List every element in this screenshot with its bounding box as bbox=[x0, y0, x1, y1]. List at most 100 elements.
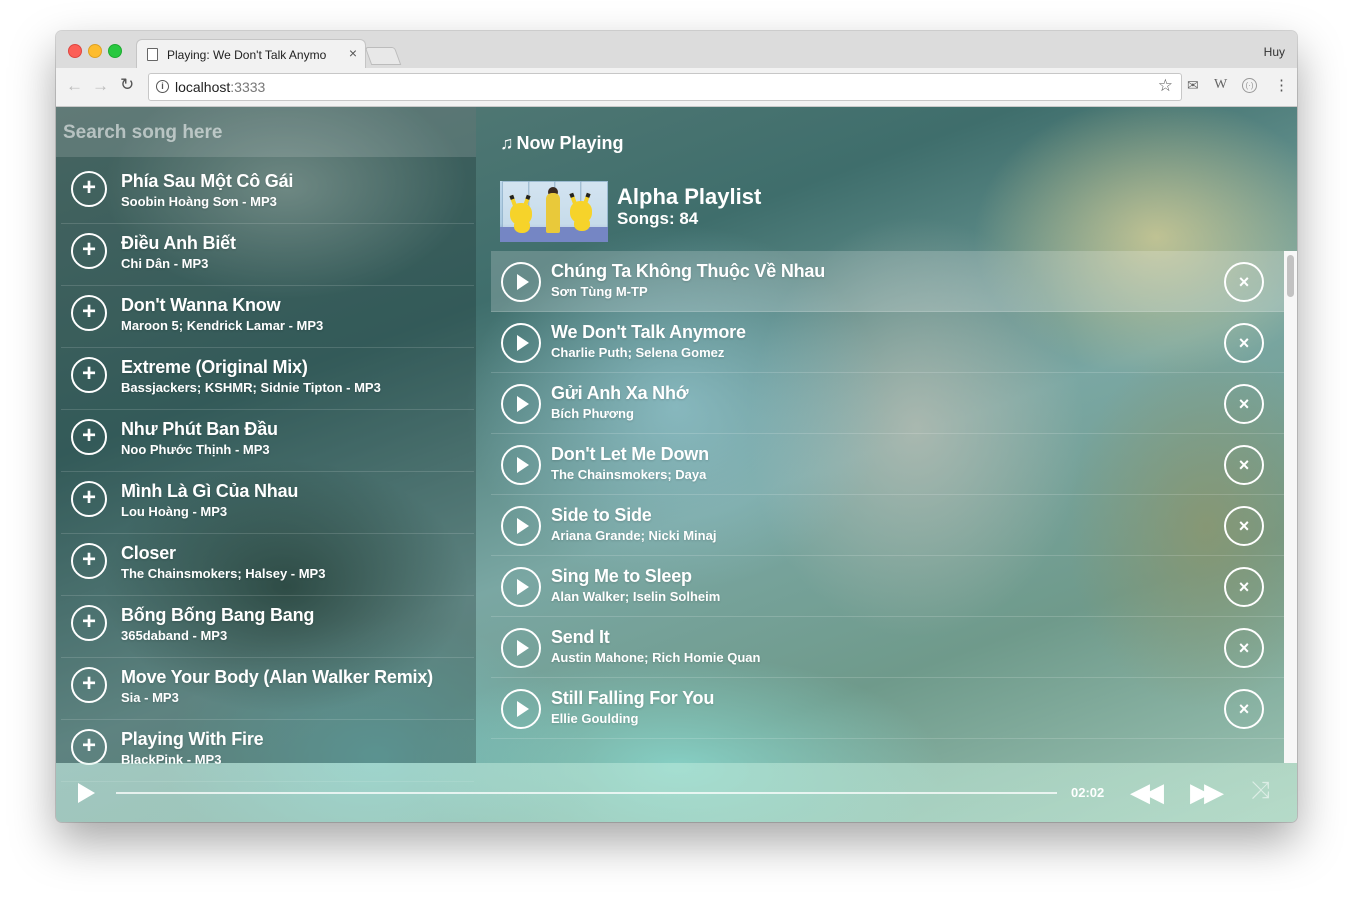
queue-item[interactable]: Still Falling For You Ellie Goulding × bbox=[491, 678, 1284, 739]
queue-scrollbar[interactable] bbox=[1284, 251, 1297, 763]
library-item[interactable]: + Như Phút Ban Đầu Noo Phước Thịnh - MP3 bbox=[61, 410, 474, 472]
remove-icon[interactable]: × bbox=[1224, 506, 1264, 546]
queue-item[interactable]: We Don't Talk Anymore Charlie Puth; Selen… bbox=[491, 312, 1284, 373]
library-item[interactable]: + Move Your Body (Alan Walker Remix) Sia -… bbox=[61, 658, 474, 720]
browser-tab[interactable]: Playing: We Don't Talk Anymore × bbox=[136, 39, 366, 69]
address-bar[interactable]: i localhost:3333 ☆ bbox=[148, 73, 1182, 101]
minimize-window-button[interactable] bbox=[88, 44, 102, 58]
play-icon[interactable] bbox=[501, 445, 541, 485]
wikipedia-extension-icon[interactable]: W bbox=[1214, 77, 1227, 93]
profile-name[interactable]: Huy bbox=[1264, 45, 1285, 59]
play-icon[interactable] bbox=[501, 628, 541, 668]
remove-icon[interactable]: × bbox=[1224, 567, 1264, 607]
library-item[interactable]: + Điều Anh Biết Chi Dân - MP3 bbox=[61, 224, 474, 286]
queue-item[interactable]: Don't Let Me Down The Chainsmokers; Daya × bbox=[491, 434, 1284, 495]
browser-menu-icon[interactable]: ⋮ bbox=[1274, 76, 1289, 94]
library-item[interactable]: + Closer The Chainsmokers; Halsey - MP3 bbox=[61, 534, 474, 596]
add-icon[interactable]: + bbox=[71, 667, 107, 703]
add-icon[interactable]: + bbox=[71, 481, 107, 517]
reload-icon[interactable]: ↻ bbox=[120, 75, 134, 95]
song-title: Playing With Fire bbox=[121, 729, 264, 749]
now-playing-queue: Chúng Ta Không Thuộc Về Nhau Sơn Tùng M-T… bbox=[491, 251, 1284, 763]
queue-item[interactable]: Gửi Anh Xa Nhớ Bích Phương × bbox=[491, 373, 1284, 434]
library-item[interactable]: + Mình Là Gì Của Nhau Lou Hoàng - MP3 bbox=[61, 472, 474, 534]
song-subtitle: Soobin Hoàng Sơn - MP3 bbox=[121, 194, 277, 209]
add-icon[interactable]: + bbox=[71, 357, 107, 393]
song-title: Move Your Body (Alan Walker Remix) bbox=[121, 667, 433, 687]
fast-forward-icon[interactable]: ▶▶ bbox=[1190, 777, 1224, 808]
add-icon[interactable]: + bbox=[71, 295, 107, 331]
info-icon[interactable]: i bbox=[156, 80, 169, 93]
song-subtitle: Bassjackers; KSHMR; Sidnie Tipton - MP3 bbox=[121, 380, 381, 395]
search-bar bbox=[56, 107, 476, 157]
tab-title: Playing: We Don't Talk Anymore bbox=[167, 48, 327, 62]
play-icon[interactable] bbox=[501, 384, 541, 424]
song-title: Don't Wanna Know bbox=[121, 295, 281, 315]
queue-song-title: Side to Side bbox=[551, 505, 652, 525]
mail-extension-icon[interactable]: ✉ bbox=[1187, 77, 1199, 94]
play-icon[interactable] bbox=[501, 567, 541, 607]
queue-song-artist: Austin Mahone; Rich Homie Quan bbox=[551, 650, 761, 665]
url-text[interactable]: localhost:3333 bbox=[175, 79, 265, 95]
rewind-icon[interactable]: ◀◀ bbox=[1130, 777, 1164, 808]
remove-icon[interactable]: × bbox=[1224, 689, 1264, 729]
song-title: Mình Là Gì Của Nhau bbox=[121, 481, 299, 501]
scrollbar-thumb[interactable] bbox=[1287, 255, 1294, 297]
add-icon[interactable]: + bbox=[71, 419, 107, 455]
progress-bar[interactable] bbox=[116, 792, 1057, 794]
play-icon[interactable] bbox=[78, 783, 95, 803]
add-icon[interactable]: + bbox=[71, 605, 107, 641]
song-subtitle: The Chainsmokers; Halsey - MP3 bbox=[121, 566, 326, 581]
search-input[interactable] bbox=[61, 117, 465, 149]
url-host: localhost bbox=[175, 79, 231, 95]
queue-item[interactable]: Side to Side Ariana Grande; Nicki Minaj × bbox=[491, 495, 1284, 556]
queue-song-artist: Ariana Grande; Nicki Minaj bbox=[551, 528, 717, 543]
queue-item[interactable]: Sing Me to Sleep Alan Walker; Iselin Solh… bbox=[491, 556, 1284, 617]
now-playing-label: Now Playing bbox=[516, 133, 624, 153]
queue-item[interactable]: Chúng Ta Không Thuộc Về Nhau Sơn Tùng M-T… bbox=[491, 251, 1284, 312]
tab-bar: Playing: We Don't Talk Anymore × Huy bbox=[56, 31, 1297, 69]
add-icon[interactable]: + bbox=[71, 729, 107, 765]
song-subtitle: Lou Hoàng - MP3 bbox=[121, 504, 228, 519]
bookmark-star-icon[interactable]: ☆ bbox=[1158, 76, 1173, 96]
player-bar: 02:02 ◀◀ ▶▶ ⤨ bbox=[56, 763, 1297, 822]
song-library: + Phía Sau Một Cô Gái Soobin Hoàng Sơn - M… bbox=[56, 107, 476, 782]
remove-icon[interactable]: × bbox=[1224, 445, 1264, 485]
song-title: Bống Bống Bang Bang bbox=[121, 605, 315, 625]
maximize-window-button[interactable] bbox=[108, 44, 122, 58]
queue-song-artist: Charlie Puth; Selena Gomez bbox=[551, 345, 725, 360]
browser-toolbar: ← → ↻ i localhost:3333 ☆ ✉ W (·) ⋮ bbox=[56, 68, 1297, 107]
page-icon bbox=[147, 48, 158, 61]
extension-icon[interactable]: (·) bbox=[1242, 78, 1257, 93]
song-subtitle: Chi Dân - MP3 bbox=[121, 256, 209, 271]
shuffle-icon[interactable]: ⤨ bbox=[1251, 777, 1270, 805]
queue-song-artist: Bích Phương bbox=[551, 406, 634, 421]
dancer-figure bbox=[546, 193, 560, 233]
add-icon[interactable]: + bbox=[71, 171, 107, 207]
back-arrow-icon[interactable]: ← bbox=[66, 76, 83, 96]
queue-item[interactable]: Send It Austin Mahone; Rich Homie Quan × bbox=[491, 617, 1284, 678]
remove-icon[interactable]: × bbox=[1224, 628, 1264, 668]
forward-arrow-icon[interactable]: → bbox=[92, 76, 109, 96]
new-tab-button[interactable] bbox=[364, 47, 402, 65]
library-item[interactable]: + Don't Wanna Know Maroon 5; Kendrick Lama… bbox=[61, 286, 474, 348]
queue-song-artist: Ellie Goulding bbox=[551, 711, 639, 726]
play-icon[interactable] bbox=[501, 506, 541, 546]
url-port: :3333 bbox=[230, 79, 266, 95]
library-item[interactable]: + Bống Bống Bang Bang 365daband - MP3 bbox=[61, 596, 474, 658]
queue-song-title: Chúng Ta Không Thuộc Về Nhau bbox=[551, 261, 826, 281]
play-icon[interactable] bbox=[501, 262, 541, 302]
remove-icon[interactable]: × bbox=[1224, 323, 1264, 363]
play-icon[interactable] bbox=[501, 323, 541, 363]
queue-song-title: Send It bbox=[551, 627, 610, 647]
remove-icon[interactable]: × bbox=[1224, 384, 1264, 424]
tab-close-icon[interactable]: × bbox=[349, 45, 357, 61]
add-icon[interactable]: + bbox=[71, 233, 107, 269]
remove-icon[interactable]: × bbox=[1224, 262, 1264, 302]
close-window-button[interactable] bbox=[68, 44, 82, 58]
library-item[interactable]: + Phía Sau Một Cô Gái Soobin Hoàng Sơn - M… bbox=[61, 162, 474, 224]
playlist-song-count: Songs: 84 bbox=[617, 209, 699, 228]
add-icon[interactable]: + bbox=[71, 543, 107, 579]
play-icon[interactable] bbox=[501, 689, 541, 729]
library-item[interactable]: + Extreme (Original Mix) Bassjackers; KSHM… bbox=[61, 348, 474, 410]
